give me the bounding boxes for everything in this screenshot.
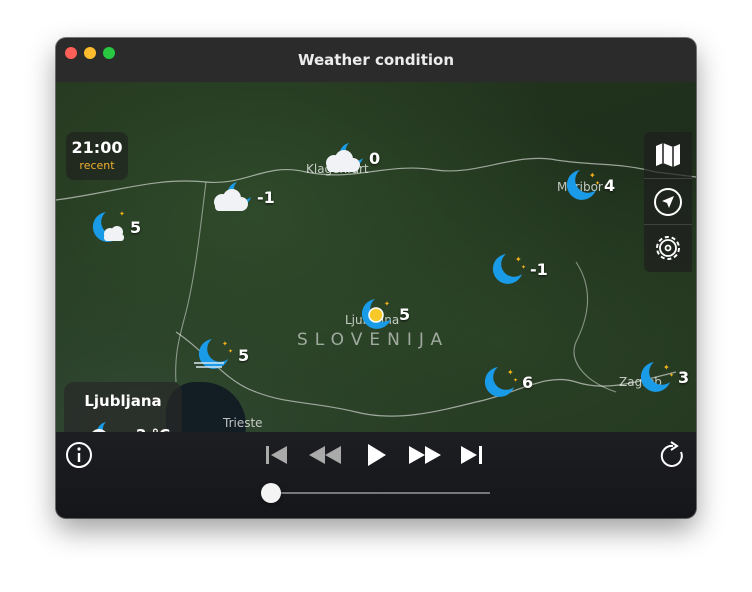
city-name: Ljubljana — [84, 392, 162, 410]
station-temperature: 5 — [238, 345, 250, 365]
title-bar: Weather condition — [56, 38, 696, 83]
foggy-night-icon: ✦✦ — [194, 339, 233, 369]
station-temperature: 6 — [522, 372, 534, 392]
rewind-icon — [309, 446, 341, 464]
map-icon — [656, 143, 680, 167]
location-arrow-icon — [654, 188, 682, 216]
svg-text:✦: ✦ — [515, 255, 522, 264]
rewind-button[interactable] — [306, 442, 344, 468]
settings-button[interactable] — [644, 224, 692, 271]
clear-night-icon: ✦✦ — [640, 362, 674, 392]
refresh-button[interactable] — [658, 440, 688, 470]
svg-text:✦: ✦ — [589, 171, 596, 180]
weather-station[interactable]: ✦ ✦ 4 — [562, 168, 615, 202]
weather-station[interactable]: ✦ ✦ 3 — [636, 360, 689, 394]
weather-station[interactable]: ✦ 5 — [357, 297, 410, 331]
current-time: 21:00 — [71, 138, 123, 157]
locate-button[interactable] — [644, 178, 692, 225]
svg-text:✦: ✦ — [228, 348, 233, 355]
fast-forward-icon — [409, 446, 441, 464]
skip-to-start-button[interactable] — [262, 442, 290, 468]
station-temperature: 4 — [604, 175, 616, 195]
weather-station[interactable]: -1 — [207, 180, 275, 214]
skip-to-end-icon — [461, 446, 482, 464]
country-label: SLOVENIJA — [297, 330, 450, 350]
weather-station[interactable]: ✦ ✦ 5 — [192, 337, 249, 373]
app-window: Weather condition Klagenfurt Ljubljana T… — [56, 38, 696, 518]
refresh-icon — [660, 441, 683, 467]
timeline-slider-track[interactable] — [272, 492, 490, 494]
partly-cloudy-night-icon: ✦ — [92, 210, 125, 242]
station-temperature: 5 — [399, 304, 411, 324]
play-icon — [368, 444, 386, 466]
skip-to-start-icon — [266, 446, 287, 464]
svg-text:✦: ✦ — [663, 363, 670, 372]
playback-controls — [56, 432, 696, 518]
info-button[interactable] — [64, 440, 94, 470]
svg-text:✦: ✦ — [521, 264, 526, 271]
clear-night-icon: ✦✦ — [484, 367, 518, 397]
weather-station[interactable]: ✦ 5 — [86, 210, 141, 244]
play-button[interactable] — [362, 440, 390, 470]
clear-night-icon: ✦✦ — [566, 170, 600, 200]
weather-station[interactable]: 0 — [319, 141, 380, 175]
time-status: recent — [79, 159, 115, 172]
station-temperature: -1 — [257, 187, 275, 207]
cloudy-night-icon — [214, 182, 251, 211]
station-temperature: 3 — [678, 367, 690, 387]
svg-text:✦: ✦ — [119, 210, 125, 218]
clear-night-icon: ✦✦ — [492, 254, 526, 284]
skip-to-end-button[interactable] — [458, 442, 486, 468]
station-temperature: -1 — [530, 259, 548, 279]
cloudy-night-icon — [326, 143, 363, 172]
svg-text:✦: ✦ — [595, 180, 600, 187]
map-view-button[interactable] — [644, 132, 692, 178]
window-title: Weather condition — [298, 51, 454, 69]
weather-station[interactable]: ✦ ✦ -1 — [488, 252, 548, 286]
weather-station[interactable]: ✦ ✦ 6 — [480, 365, 533, 399]
svg-text:✦: ✦ — [507, 368, 514, 377]
partly-cloudy-night-icon: ✦ — [361, 299, 391, 329]
svg-text:✦: ✦ — [222, 340, 228, 348]
map-sidebar — [644, 132, 692, 272]
svg-text:✦: ✦ — [384, 300, 390, 308]
fast-forward-button[interactable] — [406, 442, 444, 468]
settings-gear-icon — [656, 236, 680, 260]
time-indicator: 21:00 recent — [66, 132, 128, 180]
info-icon — [66, 442, 92, 468]
place-label: Trieste — [223, 416, 263, 430]
svg-text:✦: ✦ — [513, 377, 518, 384]
timeline-slider-knob[interactable] — [261, 483, 281, 503]
svg-text:✦: ✦ — [669, 372, 674, 379]
station-temperature: 5 — [130, 217, 142, 237]
station-temperature: 0 — [369, 148, 381, 168]
